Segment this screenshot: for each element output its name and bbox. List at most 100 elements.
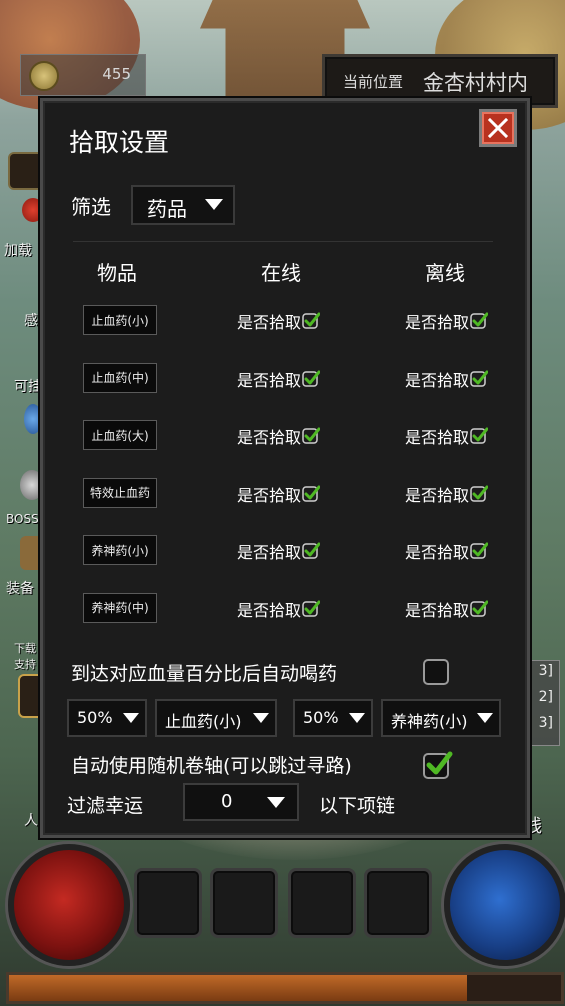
item-name: 养神药(中) <box>83 592 157 623</box>
checkmark-icon <box>302 312 321 329</box>
filter-value: 药品 <box>147 197 187 221</box>
side-label-equip: 装备 <box>6 581 34 597</box>
divider <box>73 241 493 242</box>
chevron-down-icon <box>349 713 365 723</box>
close-icon <box>487 117 509 139</box>
dialog-title: 拾取设置 <box>69 128 170 157</box>
online-pickup-toggle[interactable]: 是否拾取 <box>237 309 321 333</box>
checkmark-icon <box>302 427 321 444</box>
menu-toggle-icon[interactable] <box>8 152 44 190</box>
offline-pickup-label: 是否拾取 <box>405 313 470 332</box>
side-label-download: 下载 <box>14 642 36 655</box>
necklace-label: 以下项链 <box>319 795 396 817</box>
column-header-item: 物品 <box>97 261 137 285</box>
offline-pickup-toggle[interactable]: 是否拾取 <box>405 539 489 563</box>
offline-pickup-toggle[interactable]: 是否拾取 <box>405 482 489 506</box>
side-label-feel: 感 <box>24 313 38 329</box>
mp-potion-value: 养神药(小) <box>391 712 468 731</box>
online-pickup-toggle[interactable]: 是否拾取 <box>237 424 321 448</box>
hp-percent-select[interactable]: 50% <box>67 699 147 737</box>
checkmark-icon <box>302 542 321 559</box>
online-pickup-label: 是否拾取 <box>237 370 302 390</box>
checkmark-icon <box>302 600 321 617</box>
right-list-entry: 2] <box>538 689 553 705</box>
filter-select[interactable]: 药品 <box>131 185 235 225</box>
gold-coin-icon <box>29 61 59 91</box>
online-pickup-label: 是否拾取 <box>237 313 302 332</box>
checkmark-icon <box>470 485 489 502</box>
table-row: 止血药(小) 是否拾取 是否拾取 <box>43 301 527 341</box>
close-button[interactable] <box>479 109 517 147</box>
hp-potion-select[interactable]: 止血药(小) <box>155 699 277 737</box>
experience-bar <box>6 972 564 1004</box>
auto-drink-checkbox[interactable] <box>423 659 449 685</box>
offline-pickup-toggle[interactable]: 是否拾取 <box>405 367 489 391</box>
offline-pickup-toggle[interactable]: 是否拾取 <box>405 597 489 621</box>
skill-slot-1[interactable] <box>134 868 202 938</box>
skill-slot-3[interactable] <box>288 868 356 938</box>
column-header-online: 在线 <box>261 261 301 285</box>
online-pickup-toggle[interactable]: 是否拾取 <box>237 367 321 391</box>
checkmark-icon <box>470 370 489 387</box>
skill-slot-4[interactable] <box>364 868 432 938</box>
table-row: 养神药(小) 是否拾取 是否拾取 <box>43 531 527 571</box>
right-list-entry: 3] <box>538 715 553 731</box>
offline-pickup-toggle[interactable]: 是否拾取 <box>405 424 489 448</box>
experience-bar-fill <box>9 975 468 1001</box>
gold-amount: 455 <box>102 65 131 83</box>
offline-pickup-label: 是否拾取 <box>405 543 470 562</box>
item-name: 特效止血药 <box>83 477 157 508</box>
chevron-down-icon <box>477 713 493 723</box>
right-list-entry: 3] <box>538 663 553 679</box>
gold-panel: 455 <box>20 54 146 96</box>
item-name: 止血药(大) <box>83 420 157 450</box>
online-pickup-toggle[interactable]: 是否拾取 <box>237 597 321 621</box>
mp-percent-select[interactable]: 50% <box>293 699 373 737</box>
offline-pickup-label: 是否拾取 <box>405 600 470 620</box>
item-name: 养神药(小) <box>83 535 157 565</box>
location-label: 当前位置 <box>343 73 404 91</box>
online-pickup-label: 是否拾取 <box>237 428 302 447</box>
side-label-person: 人 <box>24 813 38 829</box>
auto-scroll-label: 自动使用随机卷轴(可以跳过寻路) <box>71 755 352 777</box>
checkmark-icon <box>302 485 321 502</box>
table-row: 养神药(中) 是否拾取 是否拾取 <box>43 589 527 629</box>
online-pickup-label: 是否拾取 <box>237 485 302 505</box>
checkmark-icon <box>470 427 489 444</box>
location-value: 金杏村村内 <box>423 71 528 95</box>
online-pickup-toggle[interactable]: 是否拾取 <box>237 482 321 506</box>
checkmark-icon <box>470 312 489 329</box>
hp-percent-value: 50% <box>77 708 113 727</box>
luck-filter-select[interactable]: 0 <box>183 783 299 821</box>
chevron-down-icon <box>123 713 139 723</box>
luck-filter-value: 0 <box>221 791 233 812</box>
pickup-settings-dialog: 拾取设置 筛选 药品 物品 在线 离线 止血药(小) 是否拾取 是否拾取 止血药(中)… <box>40 98 530 838</box>
table-row: 特效止血药 是否拾取 是否拾取 <box>43 474 527 514</box>
mp-orb <box>444 844 565 966</box>
side-label-support: 支持 <box>14 658 36 671</box>
checkmark-icon <box>426 751 453 775</box>
chevron-down-icon <box>205 199 223 210</box>
side-label-load: 加载 <box>4 243 32 259</box>
offline-pickup-toggle[interactable]: 是否拾取 <box>405 309 489 333</box>
item-name: 止血药(小) <box>83 305 157 335</box>
checkmark-icon <box>470 542 489 559</box>
offline-pickup-label: 是否拾取 <box>405 428 470 447</box>
chevron-down-icon <box>253 713 269 723</box>
hp-orb <box>8 844 130 966</box>
online-pickup-toggle[interactable]: 是否拾取 <box>237 539 321 563</box>
item-name: 止血药(中) <box>83 362 157 393</box>
side-label-boss: BOSS <box>6 512 39 526</box>
offline-pickup-label: 是否拾取 <box>405 485 470 505</box>
online-pickup-label: 是否拾取 <box>237 600 302 620</box>
auto-drink-label: 到达对应血量百分比后自动喝药 <box>71 663 338 685</box>
hp-potion-value: 止血药(小) <box>165 712 242 731</box>
skill-slot-2[interactable] <box>210 868 278 938</box>
offline-pickup-label: 是否拾取 <box>405 370 470 390</box>
auto-scroll-checkbox[interactable] <box>423 751 453 779</box>
filter-label: 筛选 <box>71 195 111 219</box>
mp-potion-select[interactable]: 养神药(小) <box>381 699 501 737</box>
table-row: 止血药(大) 是否拾取 是否拾取 <box>43 416 527 456</box>
online-pickup-label: 是否拾取 <box>237 543 302 562</box>
luck-filter-label: 过滤幸运 <box>67 795 144 817</box>
